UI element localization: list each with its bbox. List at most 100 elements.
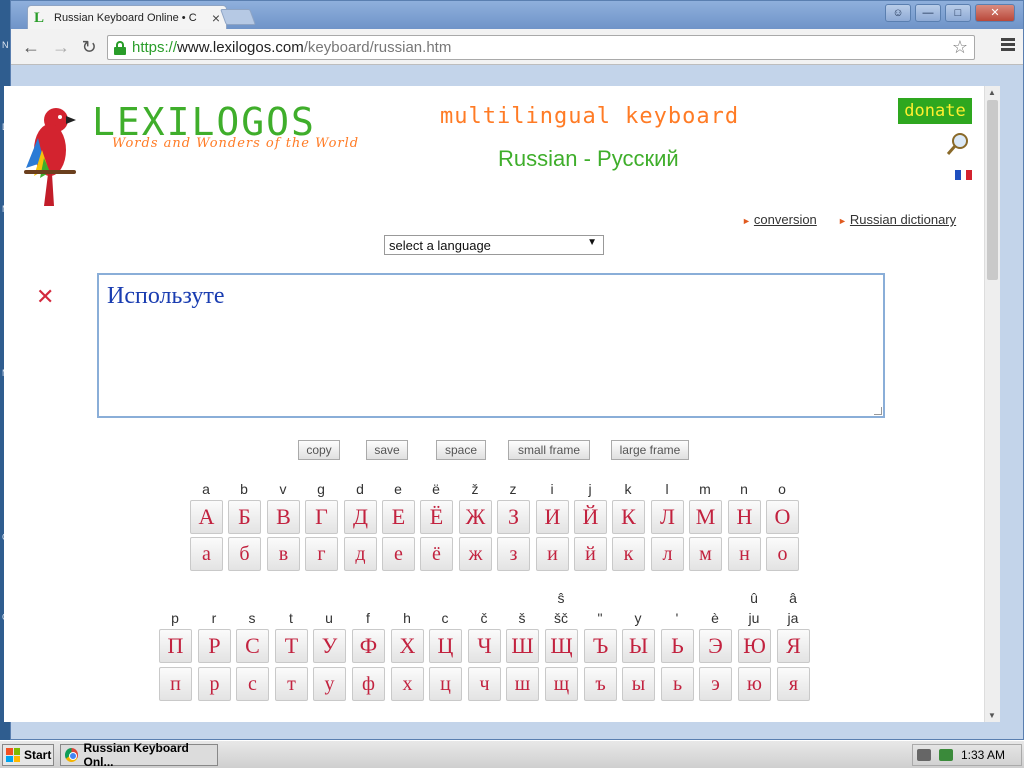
scroll-up-icon[interactable]: ▲: [988, 88, 996, 97]
key-upper-17[interactable]: Р: [198, 629, 231, 663]
key-upper-8[interactable]: З: [497, 500, 530, 534]
key-lower-7[interactable]: ж: [459, 537, 492, 571]
key-upper-1[interactable]: Б: [228, 500, 261, 534]
key-lower-6[interactable]: ё: [420, 537, 453, 571]
key-upper-18[interactable]: С: [236, 629, 269, 663]
reload-icon[interactable]: ↻: [77, 35, 101, 59]
key-lower-29[interactable]: ь: [661, 667, 694, 701]
key-lower-28[interactable]: ы: [622, 667, 655, 701]
key-lower-10[interactable]: й: [574, 537, 607, 571]
key-upper-4[interactable]: Д: [344, 500, 377, 534]
minimize-button[interactable]: —: [915, 4, 941, 22]
vertical-scrollbar[interactable]: ▲ ▼: [984, 86, 1000, 722]
key-upper-27[interactable]: Ъ: [584, 629, 617, 663]
key-lower-1[interactable]: б: [228, 537, 261, 571]
copy-button[interactable]: copy: [298, 440, 340, 460]
back-icon[interactable]: ←: [19, 35, 43, 59]
bookmark-star-icon[interactable]: ☆: [952, 37, 968, 58]
key-upper-15[interactable]: О: [766, 500, 799, 534]
key-upper-30[interactable]: Э: [699, 629, 732, 663]
large-frame-button[interactable]: large frame: [611, 440, 689, 460]
key-lower-4[interactable]: д: [344, 537, 377, 571]
key-lower-31[interactable]: ю: [738, 667, 771, 701]
key-lower-14[interactable]: н: [728, 537, 761, 571]
key-lower-17[interactable]: р: [198, 667, 231, 701]
key-upper-31[interactable]: Ю: [738, 629, 771, 663]
key-lower-20[interactable]: у: [313, 667, 346, 701]
language-select[interactable]: select a language ▼: [384, 235, 604, 255]
key-lower-22[interactable]: х: [391, 667, 424, 701]
search-icon[interactable]: [946, 132, 970, 156]
key-upper-21[interactable]: Ф: [352, 629, 385, 663]
french-flag-icon[interactable]: [955, 170, 973, 180]
key-lower-12[interactable]: л: [651, 537, 684, 571]
key-upper-14[interactable]: Н: [728, 500, 761, 534]
key-upper-22[interactable]: Х: [391, 629, 424, 663]
new-tab-button[interactable]: [220, 9, 256, 25]
chrome-menu-icon[interactable]: [1001, 38, 1015, 53]
key-upper-28[interactable]: Ы: [622, 629, 655, 663]
forward-icon[interactable]: →: [49, 35, 73, 59]
key-upper-32[interactable]: Я: [777, 629, 810, 663]
key-lower-5[interactable]: е: [382, 537, 415, 571]
key-upper-0[interactable]: А: [190, 500, 223, 534]
key-lower-0[interactable]: а: [190, 537, 223, 571]
key-lower-26[interactable]: щ: [545, 667, 578, 701]
resize-grip-icon[interactable]: [874, 407, 882, 415]
maximize-button[interactable]: □: [945, 4, 971, 22]
key-upper-10[interactable]: Й: [574, 500, 607, 534]
key-upper-24[interactable]: Ч: [468, 629, 501, 663]
key-lower-21[interactable]: ф: [352, 667, 385, 701]
key-upper-2[interactable]: В: [267, 500, 300, 534]
key-lower-27[interactable]: ъ: [584, 667, 617, 701]
key-lower-25[interactable]: ш: [506, 667, 539, 701]
close-window-button[interactable]: ✕: [975, 4, 1015, 22]
browser-tab[interactable]: L Russian Keyboard Online • C ×: [27, 5, 227, 29]
save-button[interactable]: save: [366, 440, 408, 460]
donate-button[interactable]: donate: [898, 98, 972, 124]
space-button[interactable]: space: [436, 440, 486, 460]
key-lower-24[interactable]: ч: [468, 667, 501, 701]
key-lower-11[interactable]: к: [612, 537, 645, 571]
key-lower-8[interactable]: з: [497, 537, 530, 571]
key-upper-20[interactable]: У: [313, 629, 346, 663]
key-lower-18[interactable]: с: [236, 667, 269, 701]
key-lower-2[interactable]: в: [267, 537, 300, 571]
key-upper-13[interactable]: М: [689, 500, 722, 534]
keyboard-tray-icon[interactable]: [917, 749, 931, 761]
key-lower-3[interactable]: г: [305, 537, 338, 571]
key-upper-5[interactable]: Е: [382, 500, 415, 534]
key-lower-9[interactable]: и: [536, 537, 569, 571]
key-upper-23[interactable]: Ц: [429, 629, 462, 663]
key-upper-25[interactable]: Ш: [506, 629, 539, 663]
taskbar-chrome-window[interactable]: Russian Keyboard Onl...: [60, 741, 218, 768]
key-upper-9[interactable]: И: [536, 500, 569, 534]
key-upper-26[interactable]: Щ: [545, 629, 578, 663]
key-upper-11[interactable]: К: [612, 500, 645, 534]
key-upper-16[interactable]: П: [159, 629, 192, 663]
russian-dictionary-link[interactable]: Russian dictionary: [850, 212, 956, 227]
scroll-down-icon[interactable]: ▼: [988, 711, 996, 720]
key-upper-6[interactable]: Ё: [420, 500, 453, 534]
key-lower-30[interactable]: э: [699, 667, 732, 701]
text-editor[interactable]: Используте: [97, 273, 885, 418]
key-upper-29[interactable]: Ь: [661, 629, 694, 663]
key-lower-19[interactable]: т: [275, 667, 308, 701]
start-button[interactable]: Start: [2, 744, 54, 766]
key-lower-32[interactable]: я: [777, 667, 810, 701]
key-upper-19[interactable]: Т: [275, 629, 308, 663]
small-frame-button[interactable]: small frame: [508, 440, 590, 460]
key-upper-7[interactable]: Ж: [459, 500, 492, 534]
tab-close-icon[interactable]: ×: [212, 10, 220, 26]
key-upper-3[interactable]: Г: [305, 500, 338, 534]
address-bar[interactable]: https:// www.lexilogos.com /keyboard/rus…: [107, 35, 975, 60]
key-lower-16[interactable]: п: [159, 667, 192, 701]
key-lower-13[interactable]: м: [689, 537, 722, 571]
clear-text-icon[interactable]: ✕: [36, 284, 54, 310]
key-lower-15[interactable]: о: [766, 537, 799, 571]
user-profile-button[interactable]: ☺: [885, 4, 911, 22]
key-lower-23[interactable]: ц: [429, 667, 462, 701]
network-tray-icon[interactable]: [939, 749, 953, 761]
scrollbar-thumb[interactable]: [987, 100, 998, 280]
key-upper-12[interactable]: Л: [651, 500, 684, 534]
